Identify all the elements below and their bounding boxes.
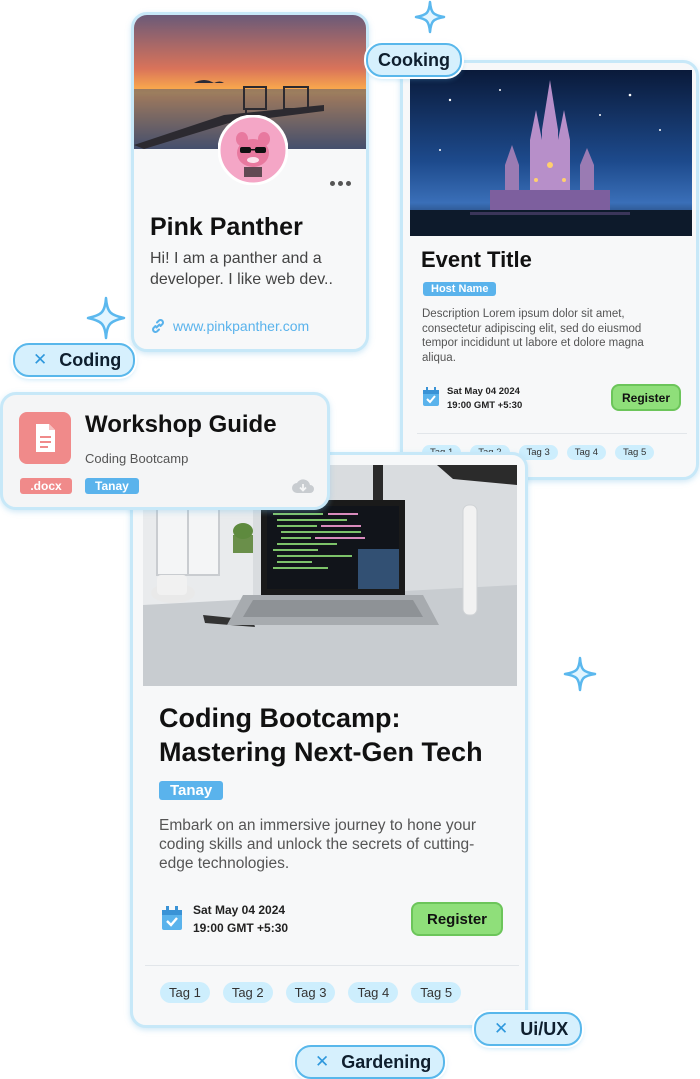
avatar xyxy=(218,115,288,185)
close-icon[interactable]: ✕ xyxy=(494,1019,508,1039)
event-date: Sat May 04 2024 xyxy=(193,903,286,917)
host-badge: Host Name xyxy=(423,282,497,296)
divider xyxy=(145,965,519,966)
close-icon[interactable]: ✕ xyxy=(315,1052,329,1072)
chip-coding[interactable]: ✕ Coding xyxy=(13,343,136,377)
sparkle-icon xyxy=(86,296,126,340)
chip-label: Coding xyxy=(59,349,122,370)
profile-link[interactable]: www.pinkpanther.com xyxy=(173,318,309,334)
file-extension-badge: .docx xyxy=(20,478,72,494)
register-button[interactable]: Register xyxy=(611,384,681,411)
profile-bio-line: Hi! I am a panther and a xyxy=(150,250,322,267)
chip-label: Cooking xyxy=(378,49,450,70)
tag-chip[interactable]: Tag 5 xyxy=(411,982,462,1003)
author-badge: Tanay xyxy=(85,478,139,494)
event-description-line: coding skills and unlock the secrets of … xyxy=(159,836,475,853)
document-icon xyxy=(19,412,71,464)
host-badge: Tanay xyxy=(159,781,224,800)
calendar-check-icon xyxy=(423,387,439,406)
tag-chip[interactable]: Tag 5 xyxy=(615,445,655,460)
link-icon xyxy=(152,319,164,333)
chip-cooking[interactable]: Cooking xyxy=(366,43,462,77)
chip-label: Ui/UX xyxy=(520,1018,569,1039)
divider xyxy=(417,433,687,434)
cloud-download-icon[interactable] xyxy=(291,477,315,495)
tag-chip[interactable]: Tag 1 xyxy=(160,982,210,1003)
event-description: Description Lorem ipsum dolor sit amet, … xyxy=(422,308,644,364)
event-title-line: Mastering Next-Gen Tech xyxy=(159,737,483,767)
tag-chip[interactable]: Tag 4 xyxy=(348,982,399,1003)
profile-bio-line: developer. I like web dev.. xyxy=(150,271,333,288)
more-options-icon[interactable] xyxy=(330,181,351,186)
chip-label: Gardening xyxy=(341,1051,432,1072)
event-time: 19:00 GMT +5:30 xyxy=(193,921,289,935)
event-title-line: Coding Bootcamp: xyxy=(159,703,401,733)
chip-gardening[interactable]: ✕ Gardening xyxy=(295,1045,446,1079)
sparkle-icon xyxy=(563,656,597,692)
event-title: Event Title xyxy=(421,247,532,272)
event-card-featured: Coding Bootcamp: Mastering Next-Gen Tech… xyxy=(130,452,528,1028)
event-time: 19:00 GMT +5:30 xyxy=(447,400,523,411)
event-description-line: edge technologies. xyxy=(159,855,290,872)
document-subtitle: Coding Bootcamp xyxy=(85,451,189,466)
register-button[interactable]: Register xyxy=(411,902,503,936)
profile-name: Pink Panther xyxy=(150,213,303,241)
tag-chip[interactable]: Tag 2 xyxy=(222,982,273,1003)
tag-list: Tag 1 Tag 2 Tag 3 Tag 4 Tag 5 xyxy=(160,982,462,1003)
event-cover-image xyxy=(410,70,692,236)
profile-card: Pink Panther Hi! I am a panther and a de… xyxy=(131,12,369,352)
chip-uiux[interactable]: ✕ Ui/UX xyxy=(474,1012,583,1046)
close-icon[interactable]: ✕ xyxy=(33,350,47,370)
sparkle-icon xyxy=(414,0,446,34)
event-date: Sat May 04 2024 xyxy=(447,386,520,397)
tag-chip[interactable]: Tag 4 xyxy=(566,445,606,460)
document-card[interactable]: Workshop Guide Coding Bootcamp .docx Tan… xyxy=(0,392,330,510)
document-title: Workshop Guide xyxy=(85,411,277,438)
tag-chip[interactable]: Tag 3 xyxy=(285,982,336,1003)
event-card: Event Title Host Name Description Lorem … xyxy=(400,60,699,480)
calendar-check-icon xyxy=(162,906,182,930)
event-description-line: Embark on an immersive journey to hone y… xyxy=(159,817,477,834)
